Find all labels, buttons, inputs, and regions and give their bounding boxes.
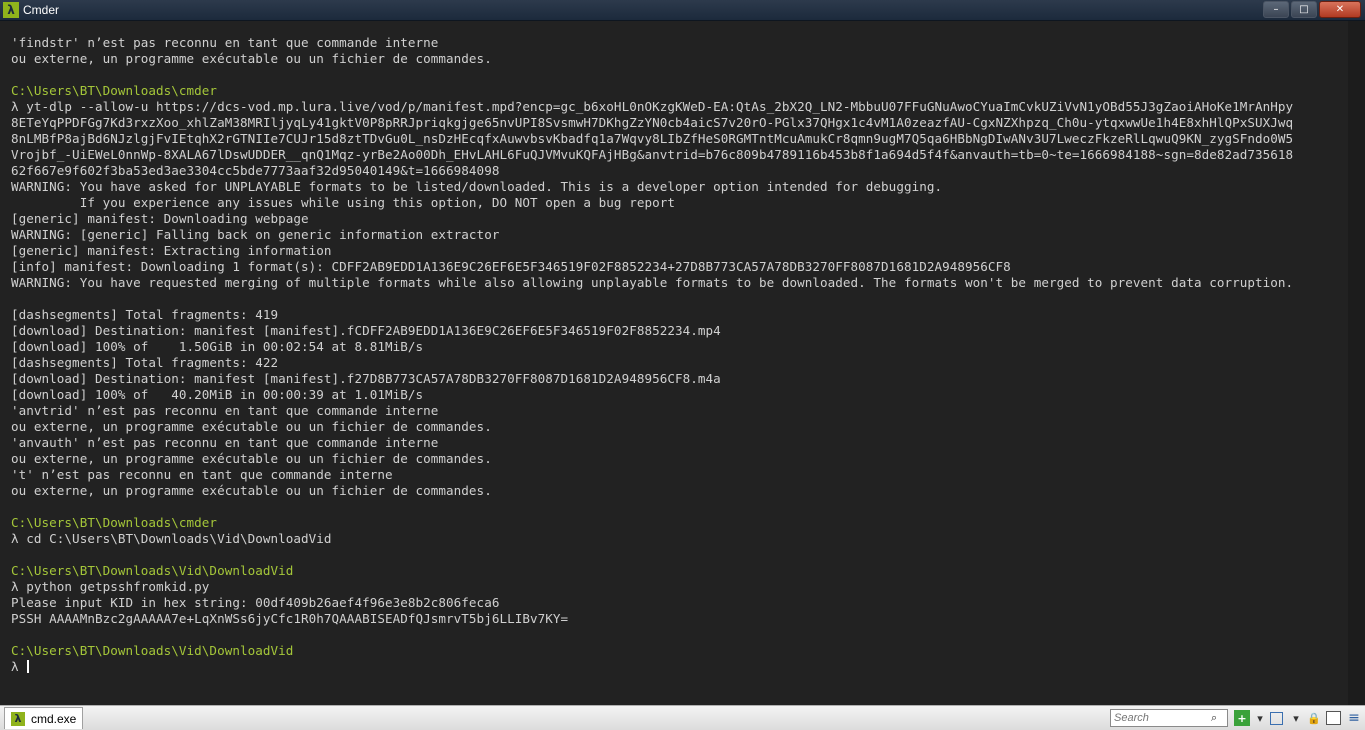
window-title: Cmder bbox=[23, 3, 60, 17]
console-line: 8ETeYqPPDFGg7Kd3rxzXoo_xhlZaM38MRIljyqLy… bbox=[11, 115, 1294, 130]
console-line: 'anvtrid' n’est pas reconnu en tant que … bbox=[11, 403, 439, 418]
console-line: PSSH AAAAMnBzc2gAAAAA7e+LqXnWSs6jyCfc1R0… bbox=[11, 611, 569, 626]
console-line: [generic] manifest: Extracting informati… bbox=[11, 243, 332, 258]
console-line: 62f667e9f602f3ba53ed3ae3304cc5bde7773aaf… bbox=[11, 163, 500, 178]
lock-icon[interactable]: 🔒 bbox=[1306, 710, 1322, 726]
search-input[interactable] bbox=[1111, 710, 1211, 726]
console-tab[interactable]: λ cmd.exe bbox=[4, 707, 84, 729]
console-line: ou externe, un programme exécutable ou u… bbox=[11, 419, 492, 434]
console-line: Vrojbf_-UiEWeL0nnWp-8XALA67lDswUDDER__qn… bbox=[11, 147, 1294, 162]
console-line: [dashsegments] Total fragments: 422 bbox=[11, 355, 279, 370]
console-line: λ cd C:\Users\BT\Downloads\Vid\DownloadV… bbox=[11, 531, 332, 546]
console-line: [generic] manifest: Downloading webpage bbox=[11, 211, 309, 226]
console-line: [dashsegments] Total fragments: 419 bbox=[11, 307, 279, 322]
console-line: ou externe, un programme exécutable ou u… bbox=[11, 451, 492, 466]
console-output[interactable]: 'findstr' n’est pas reconnu en tant que … bbox=[0, 21, 1365, 705]
magnifier-icon[interactable]: ⌕ bbox=[1211, 711, 1217, 725]
console-line: [download] Destination: manifest [manife… bbox=[11, 323, 721, 338]
prompt-path-line: C:\Users\BT\Downloads\cmder bbox=[11, 83, 218, 98]
console-line: ou externe, un programme exécutable ou u… bbox=[11, 51, 492, 66]
prompt-path-line: C:\Users\BT\Downloads\cmder bbox=[11, 515, 218, 530]
window-controls: – □ ✕ bbox=[1263, 1, 1361, 18]
window-mode-icon[interactable] bbox=[1326, 711, 1341, 725]
console-line: WARNING: You have asked for UNPLAYABLE f… bbox=[11, 179, 943, 194]
console-line: [download] 100% of 40.20MiB in 00:00:39 … bbox=[11, 387, 424, 402]
chevron-down-icon[interactable]: ▾ bbox=[1288, 710, 1304, 726]
console-line: 'anvauth' n’est pas reconnu en tant que … bbox=[11, 435, 439, 450]
console-line: Please input KID in hex string: 00df409b… bbox=[11, 595, 500, 610]
console-line: 8nLMBfP8ajBd6NJzlgjFvIEtqhX2rGTNIIe7CUJr… bbox=[11, 131, 1294, 146]
status-bar: λ cmd.exe ⌕ + ▾ ▾ 🔒 ≡ bbox=[0, 705, 1365, 730]
console-line: [download] 100% of 1.50GiB in 00:02:54 a… bbox=[11, 339, 424, 354]
minimize-button[interactable]: – bbox=[1263, 1, 1289, 18]
console-scrollbar[interactable] bbox=[1348, 21, 1365, 705]
console-line: 'findstr' n’est pas reconnu en tant que … bbox=[11, 35, 439, 50]
text-cursor bbox=[27, 660, 30, 673]
title-bar[interactable]: λ Cmder – □ ✕ bbox=[0, 0, 1365, 21]
console-line: WARNING: You have requested merging of m… bbox=[11, 275, 1294, 290]
close-button[interactable]: ✕ bbox=[1319, 1, 1361, 18]
chevron-down-icon[interactable]: ▾ bbox=[1252, 710, 1268, 726]
cmder-lambda-icon: λ bbox=[11, 711, 25, 726]
cmder-lambda-icon: λ bbox=[3, 2, 19, 18]
console-line: λ python getpsshfromkid.py bbox=[11, 579, 210, 594]
prompt-path-line: C:\Users\BT\Downloads\Vid\DownloadVid bbox=[11, 563, 294, 578]
console-line: WARNING: [generic] Falling back on gener… bbox=[11, 227, 500, 242]
console-line: If you experience any issues while using… bbox=[11, 195, 675, 210]
maximize-button[interactable]: □ bbox=[1291, 1, 1317, 18]
layout-icon[interactable] bbox=[1270, 712, 1283, 725]
prompt-path-line: C:\Users\BT\Downloads\Vid\DownloadVid bbox=[11, 643, 294, 658]
search-box: ⌕ bbox=[1110, 709, 1228, 727]
console-line: ou externe, un programme exécutable ou u… bbox=[11, 483, 492, 498]
console-line: [info] manifest: Downloading 1 format(s)… bbox=[11, 259, 1011, 274]
tab-label: cmd.exe bbox=[31, 711, 77, 726]
menu-icon[interactable]: ≡ bbox=[1346, 710, 1362, 726]
console-line: λ yt-dlp --allow-u https://dcs-vod.mp.lu… bbox=[11, 99, 1294, 114]
console-line: 't' n’est pas reconnu en tant que comman… bbox=[11, 467, 393, 482]
input-prompt-line: λ bbox=[11, 659, 1365, 675]
new-console-icon[interactable]: + bbox=[1234, 710, 1250, 726]
console-line: [download] Destination: manifest [manife… bbox=[11, 371, 721, 386]
